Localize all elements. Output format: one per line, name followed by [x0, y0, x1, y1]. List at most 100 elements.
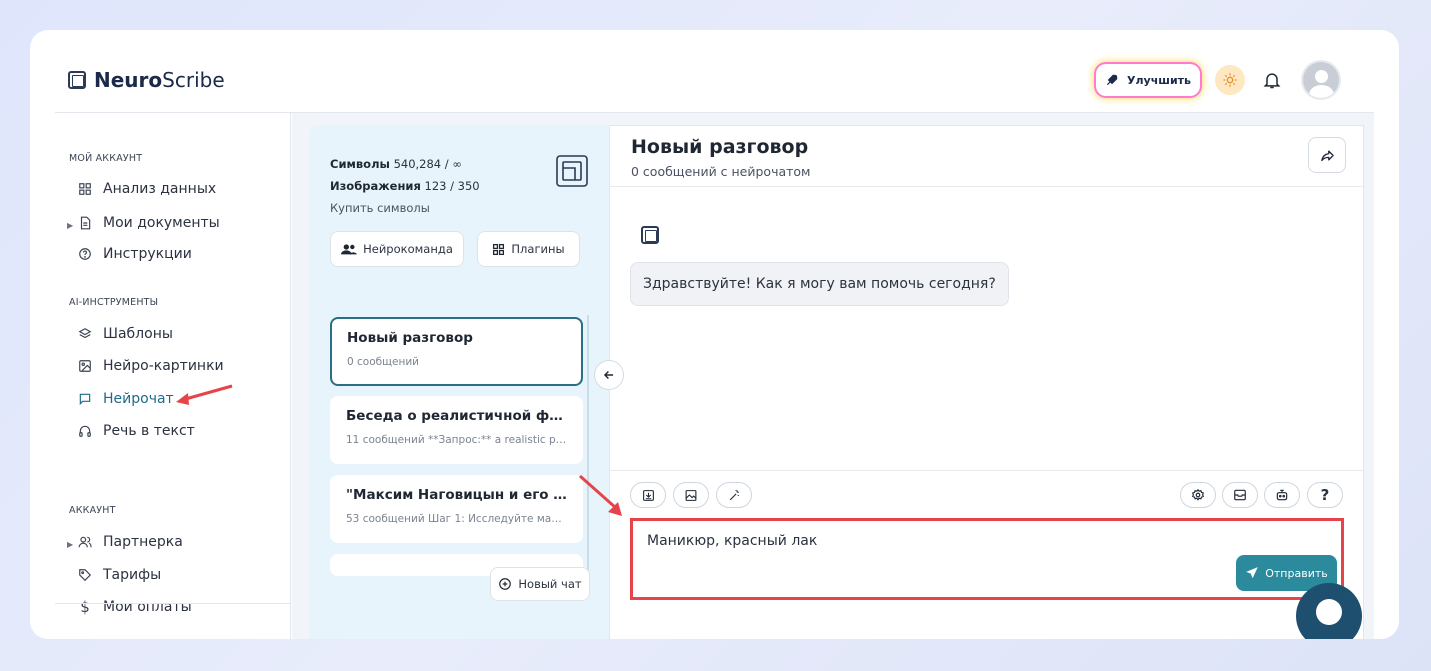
- layers-icon: [77, 326, 93, 342]
- upgrade-label: Улучшить: [1127, 73, 1191, 87]
- sun-icon: [1223, 73, 1237, 87]
- stack-icon: [556, 155, 588, 187]
- sidebar-item-label: Шаблоны: [103, 326, 173, 342]
- sidebar-item-partners[interactable]: Партнерка: [77, 534, 183, 550]
- robot-icon: [1276, 489, 1288, 501]
- chat-area: Новый разговор 0 сообщений с нейрочатом …: [609, 125, 1365, 639]
- usage-stats: Символы 540,284 / ∞ Изображения 123 / 35…: [330, 153, 480, 219]
- sidebar-item-label: Мои документы: [103, 215, 220, 231]
- tag-icon: [77, 567, 93, 583]
- symbols-stat: Символы 540,284 / ∞: [330, 157, 462, 171]
- notifications-button[interactable]: [1260, 68, 1284, 92]
- users-icon: [77, 534, 93, 550]
- brand-name-light: Scribe: [162, 68, 225, 92]
- chat-list-panel: Символы 540,284 / ∞ Изображения 123 / 35…: [309, 125, 609, 639]
- chat-message-count: 0 сообщений с нейрочатом: [631, 164, 811, 179]
- chat-item-subtitle: 0 сообщений: [347, 356, 419, 368]
- sidebar-item-my-documents[interactable]: Мои документы: [77, 215, 220, 231]
- magic-wand-button[interactable]: [716, 482, 752, 508]
- sidebar-item-tariffs[interactable]: Тарифы: [77, 567, 161, 583]
- logo[interactable]: NeuroScribe: [68, 68, 225, 92]
- chat-item-title: Новый разговор: [347, 330, 473, 346]
- sidebar-item-neurochat[interactable]: Нейрочат: [77, 391, 174, 407]
- magic-wand-icon: [729, 489, 739, 500]
- user-avatar[interactable]: [1301, 60, 1341, 100]
- document-icon: [77, 215, 93, 231]
- upload-icon: [642, 489, 654, 501]
- sidebar-item-my-payments[interactable]: $ Мои оплаты: [77, 598, 192, 616]
- headphones-icon: [77, 423, 93, 439]
- sidebar-item-data-analysis[interactable]: Анализ данных: [77, 181, 216, 197]
- annotation-arrow-icon: [176, 384, 233, 405]
- sidebar-item-neuro-images[interactable]: Нейро-картинки: [77, 358, 224, 374]
- archive-button[interactable]: [1222, 482, 1258, 508]
- logo-icon: [68, 71, 86, 89]
- grid-icon: [77, 181, 93, 197]
- theme-toggle-button[interactable]: [1215, 65, 1245, 95]
- caret-right-icon[interactable]: ▶: [67, 221, 73, 230]
- sidebar: МОЙ АККАУНТ Анализ данных ▶ Мои документ…: [55, 113, 291, 639]
- upload-file-button[interactable]: [630, 482, 666, 508]
- upgrade-button[interactable]: Улучшить: [1096, 64, 1200, 96]
- archive-icon: [1234, 489, 1246, 501]
- sidebar-item-label: Мои оплаты: [103, 599, 192, 615]
- rocket-icon: [1106, 74, 1118, 86]
- arrow-left-icon: [603, 371, 614, 379]
- neuro-team-button[interactable]: Нейрокоманда: [330, 231, 464, 267]
- new-chat-button[interactable]: Новый чат: [490, 567, 590, 601]
- neuro-team-label: Нейрокоманда: [363, 242, 453, 256]
- section-title-my-account: МОЙ АККАУНТ: [69, 153, 143, 164]
- send-icon: [1246, 567, 1259, 579]
- bell-icon: [1263, 73, 1281, 89]
- toolbar-divider: [610, 470, 1365, 471]
- sidebar-item-label: Нейрочат: [103, 391, 174, 407]
- collapse-panel-button[interactable]: [594, 360, 624, 390]
- caret-right-icon[interactable]: ▶: [67, 540, 73, 549]
- plugins-button[interactable]: Плагины: [477, 231, 580, 267]
- app-window: NeuroScribe Улучшить МОЙ АККАУНТ Анализ …: [30, 30, 1399, 639]
- help-button[interactable]: ?: [1307, 482, 1343, 508]
- settings-button[interactable]: [1180, 482, 1216, 508]
- team-icon: [341, 244, 358, 255]
- message-input-highlight: Маникюр, красный лак Отправить: [630, 518, 1344, 600]
- chat-item-title: "Максим Наговицын и его творчество": [346, 487, 567, 503]
- chat-item-subtitle: 53 сообщений Шаг 1: Исследуйте материалы: [346, 513, 567, 525]
- share-icon: [1320, 150, 1334, 161]
- upload-image-button[interactable]: [673, 482, 709, 508]
- chat-list-scrollbar[interactable]: [587, 315, 589, 575]
- sidebar-item-instructions[interactable]: Инструкции: [77, 246, 192, 262]
- message-input[interactable]: Маникюр, красный лак: [647, 533, 817, 549]
- gear-icon: [1192, 488, 1204, 501]
- send-label: Отправить: [1265, 566, 1328, 580]
- section-title-account: АККАУНТ: [69, 505, 116, 516]
- annotation-arrow-icon: [579, 474, 622, 516]
- sidebar-item-speech-to-text[interactable]: Речь в текст: [77, 423, 195, 439]
- chat-icon: [77, 391, 93, 407]
- help-label: ?: [1320, 486, 1330, 504]
- sidebar-divider: [55, 603, 291, 604]
- sidebar-item-templates[interactable]: Шаблоны: [77, 326, 173, 342]
- chat-list-item[interactable]: Беседа о реалистичной фотографии 11 сооб…: [330, 396, 583, 464]
- image-icon: [77, 358, 93, 374]
- chat-title: Новый разговор: [631, 136, 809, 158]
- sidebar-item-label: Партнерка: [103, 534, 183, 550]
- images-stat: Изображения 123 / 350: [330, 179, 480, 193]
- sidebar-item-label: Нейро-картинки: [103, 358, 224, 374]
- share-button[interactable]: [1308, 137, 1346, 173]
- sidebar-item-label: Речь в текст: [103, 423, 195, 439]
- brand-name-bold: Neuro: [94, 68, 163, 92]
- sidebar-item-label: Тарифы: [103, 567, 162, 583]
- help-circle-icon: [77, 246, 93, 262]
- plugins-label: Плагины: [511, 242, 565, 256]
- chat-header-divider: [610, 186, 1365, 187]
- chat-item-title: Беседа о реалистичной фотографии: [346, 408, 567, 424]
- chat-list-item[interactable]: "Максим Наговицын и его творчество" 53 с…: [330, 475, 583, 543]
- buy-symbols-link[interactable]: Купить символы: [330, 197, 480, 219]
- bot-avatar-icon: [641, 226, 659, 244]
- assistant-message: Здравствуйте! Как я могу вам помочь сего…: [630, 262, 1009, 306]
- sidebar-item-label: Инструкции: [103, 246, 192, 262]
- chat-item-subtitle: 11 сообщений **Запрос:** a realistic pho…: [346, 434, 567, 446]
- section-title-ai-tools: AI-ИНСТРУМЕНТЫ: [69, 297, 159, 308]
- bot-button[interactable]: [1264, 482, 1300, 508]
- chat-list-item[interactable]: Новый разговор 0 сообщений: [330, 317, 583, 386]
